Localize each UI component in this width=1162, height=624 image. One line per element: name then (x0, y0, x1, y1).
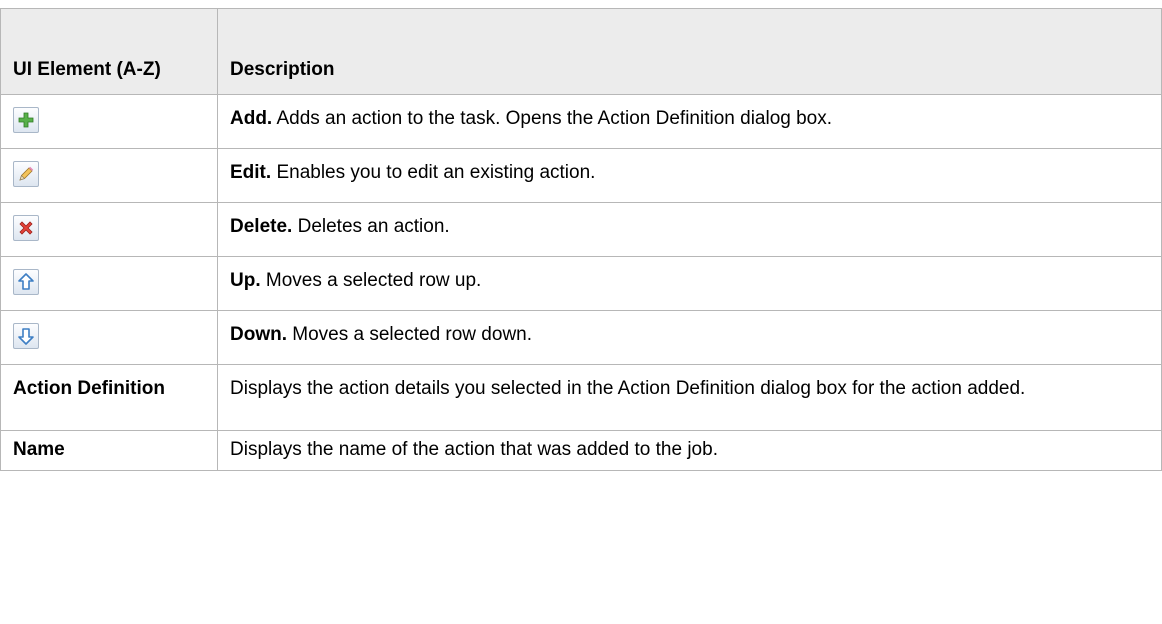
ui-element-cell (0, 148, 218, 203)
row-text: Moves a selected row up. (260, 270, 482, 291)
ui-element-cell: Action Definition (0, 364, 218, 431)
description-cell: Displays the name of the action that was… (217, 430, 1162, 471)
row-label: Edit. (230, 162, 272, 183)
row-text: Deletes an action. (292, 216, 450, 237)
description-cell: Displays the action details you selected… (217, 364, 1162, 431)
table-row: Edit. Enables you to edit an existing ac… (0, 148, 1162, 203)
table-row: Delete. Deletes an action. (0, 202, 1162, 257)
up-arrow-icon (13, 269, 39, 295)
description-cell: Down. Moves a selected row down. (217, 310, 1162, 365)
ui-element-cell (0, 202, 218, 257)
description-cell: Delete. Deletes an action. (217, 202, 1162, 257)
ui-element-cell (0, 310, 218, 365)
row-label: Down. (230, 324, 287, 345)
table-row: Up. Moves a selected row up. (0, 256, 1162, 311)
description-cell: Edit. Enables you to edit an existing ac… (217, 148, 1162, 203)
row-label: Delete. (230, 216, 293, 237)
row-label: Up. (230, 270, 261, 291)
table-row: Name Displays the name of the action tha… (0, 430, 1162, 471)
description-cell: Up. Moves a selected row up. (217, 256, 1162, 311)
pencil-icon (13, 161, 39, 187)
table-row: Action Definition Displays the action de… (0, 364, 1162, 431)
header-row: UI Element (A-Z) Description (0, 8, 1162, 95)
row-text: Adds an action to the task. Opens the Ac… (272, 108, 833, 129)
header-ui-element: UI Element (A-Z) (0, 8, 218, 95)
ui-element-cell (0, 256, 218, 311)
ui-element-cell (0, 94, 218, 149)
row-text: Moves a selected row down. (287, 324, 533, 345)
table-row: Add. Adds an action to the task. Opens t… (0, 94, 1162, 149)
ui-elements-table: UI Element (A-Z) Description Add. Adds a… (0, 8, 1162, 471)
row-text: Enables you to edit an existing action. (271, 162, 596, 183)
add-icon (13, 107, 39, 133)
delete-icon (13, 215, 39, 241)
header-description: Description (217, 8, 1162, 95)
table-row: Down. Moves a selected row down. (0, 310, 1162, 365)
ui-element-cell: Name (0, 430, 218, 471)
row-label: Add. (230, 108, 273, 129)
down-arrow-icon (13, 323, 39, 349)
description-cell: Add. Adds an action to the task. Opens t… (217, 94, 1162, 149)
